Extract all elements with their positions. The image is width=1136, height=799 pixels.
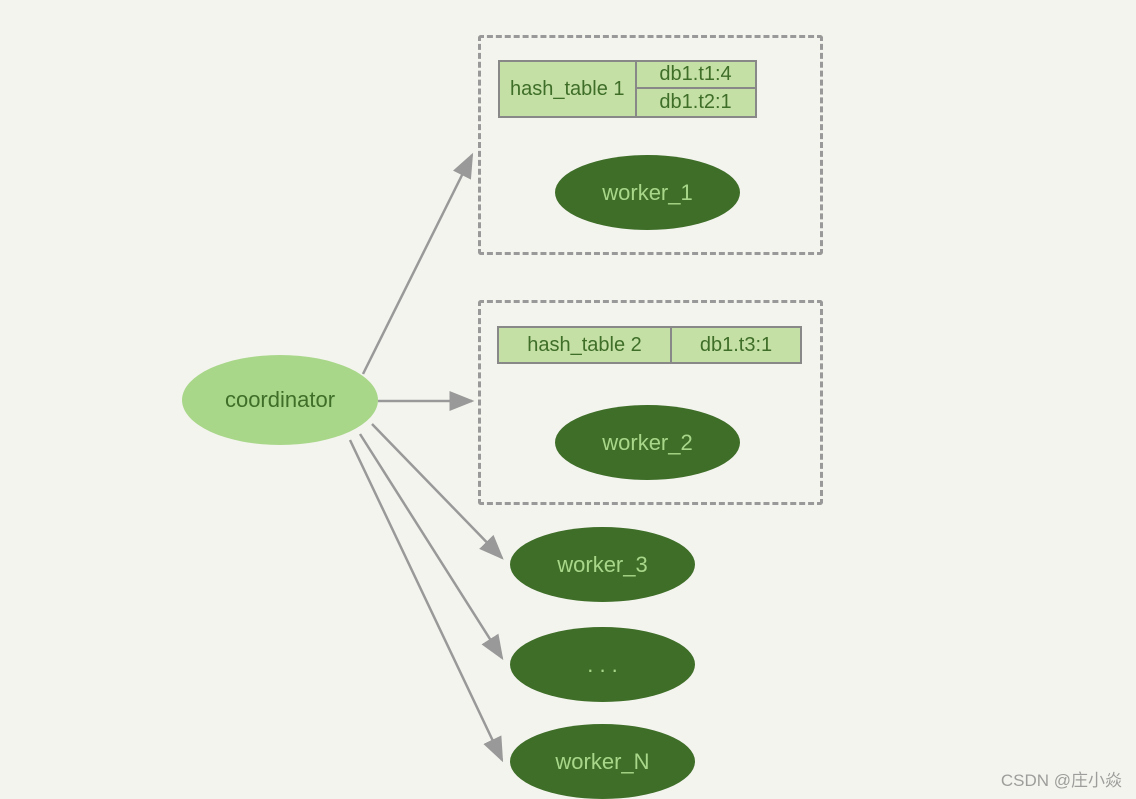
worker-n-node: worker_N [510,724,695,799]
hash-table-1-name: hash_table 1 [498,60,637,118]
hash-table-1-entry-1: db1.t1:4 [637,60,757,89]
diagram-canvas: coordinator hash_table 1 db1.t1:4 db1.t2… [0,0,1136,799]
worker-ellipsis-node: . . . [510,627,695,702]
hash-table-1: hash_table 1 db1.t1:4 db1.t2:1 [498,60,757,118]
worker-3-label: worker_3 [557,552,647,578]
hash-table-2: hash_table 2 db1.t3:1 [497,326,802,364]
hash-table-2-name: hash_table 2 [497,326,672,364]
coordinator-label: coordinator [225,387,335,413]
hash-table-2-entry-1: db1.t3:1 [672,326,802,364]
worker-2-node: worker_2 [555,405,740,480]
worker-n-label: worker_N [555,749,649,775]
worker-3-node: worker_3 [510,527,695,602]
worker-1-node: worker_1 [555,155,740,230]
worker-1-label: worker_1 [602,180,692,206]
coordinator-node: coordinator [182,355,378,445]
worker-ellipsis-label: . . . [587,652,618,678]
hash-table-1-entry-2: db1.t2:1 [637,89,757,118]
watermark-text: CSDN @庄小焱 [1001,766,1122,791]
hash-table-1-entries: db1.t1:4 db1.t2:1 [637,60,757,118]
worker-2-label: worker_2 [602,430,692,456]
